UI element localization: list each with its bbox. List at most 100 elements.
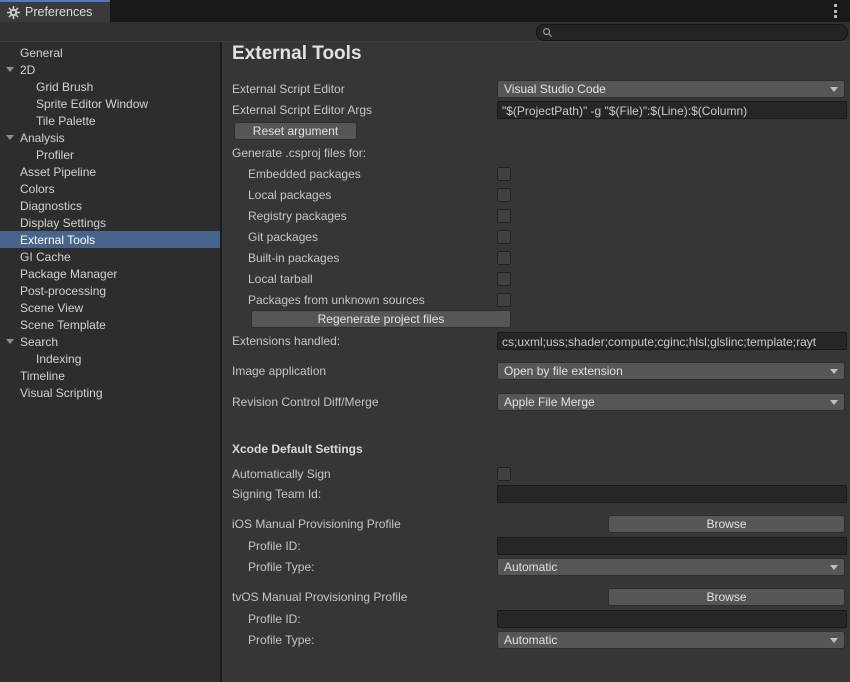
- extensions-handled-label: Extensions handled:: [232, 334, 340, 348]
- automatically-sign-checkbox[interactable]: [497, 467, 511, 481]
- sidebar-item-label: Profiler: [36, 147, 74, 164]
- csproj-option-checkbox[interactable]: [497, 209, 511, 223]
- sidebar-item-package-manager[interactable]: Package Manager: [0, 265, 220, 282]
- sidebar-item-sprite-editor-window[interactable]: Sprite Editor Window: [0, 95, 220, 112]
- ios-profile-type-dropdown[interactable]: Automatic: [497, 558, 845, 576]
- sidebar-item-analysis[interactable]: Analysis: [0, 129, 220, 146]
- csproj-option-label: Local tarball: [248, 272, 313, 286]
- csproj-option-row: Local tarball: [232, 270, 845, 288]
- kebab-menu-icon[interactable]: [830, 4, 840, 18]
- csproj-option-checkbox[interactable]: [497, 188, 511, 202]
- sidebar-item-colors[interactable]: Colors: [0, 180, 220, 197]
- script-editor-args-field[interactable]: "$(ProjectPath)" -g "$(File)":$(Line):$(…: [497, 101, 847, 119]
- sidebar-item-timeline[interactable]: Timeline: [0, 367, 220, 384]
- chevron-down-icon: [830, 87, 838, 92]
- script-editor-args-row: External Script Editor Args "$(ProjectPa…: [232, 101, 845, 119]
- tvos-profile-type-dropdown[interactable]: Automatic: [497, 631, 845, 649]
- csproj-option-checkbox[interactable]: [497, 230, 511, 244]
- revision-control-label: Revision Control Diff/Merge: [232, 395, 379, 409]
- foldout-triangle-icon[interactable]: [6, 67, 14, 72]
- csproj-option-checkbox[interactable]: [497, 272, 511, 286]
- sidebar-item-visual-scripting[interactable]: Visual Scripting: [0, 384, 220, 401]
- sidebar-item-profiler[interactable]: Profiler: [0, 146, 220, 163]
- sidebar-item-scene-template[interactable]: Scene Template: [0, 316, 220, 333]
- chevron-down-icon: [830, 369, 838, 374]
- csproj-option-row: Registry packages: [232, 207, 845, 225]
- sidebar-item-indexing[interactable]: Indexing: [0, 350, 220, 367]
- sidebar-item-tile-palette[interactable]: Tile Palette: [0, 112, 220, 129]
- regenerate-project-files-button[interactable]: Regenerate project files: [251, 310, 511, 328]
- sidebar-item-label: Search: [20, 334, 58, 351]
- ios-profile-type-value: Automatic: [504, 560, 557, 574]
- sidebar-item-label: 2D: [20, 62, 35, 79]
- reset-argument-button[interactable]: Reset argument: [234, 122, 357, 140]
- sidebar-item-external-tools[interactable]: External Tools: [0, 231, 220, 248]
- sidebar-item-gi-cache[interactable]: GI Cache: [0, 248, 220, 265]
- external-script-editor-dropdown[interactable]: Visual Studio Code: [497, 80, 845, 98]
- sidebar-item-diagnostics[interactable]: Diagnostics: [0, 197, 220, 214]
- image-application-row: Image application Open by file extension: [232, 362, 845, 380]
- ios-profile-type-label: Profile Type:: [248, 560, 314, 574]
- extensions-handled-field[interactable]: cs;uxml;uss;shader;compute;cginc;hlsl;gl…: [497, 332, 847, 350]
- csproj-option-row: Git packages: [232, 228, 845, 246]
- csproj-option-checkbox[interactable]: [497, 251, 511, 265]
- sidebar-item-label: Post-processing: [20, 283, 106, 300]
- content-area: General2DGrid BrushSprite Editor WindowT…: [0, 42, 850, 682]
- chevron-down-icon: [830, 565, 838, 570]
- csproj-option-label: Git packages: [248, 230, 318, 244]
- sidebar-item-general[interactable]: General: [0, 44, 220, 61]
- sidebar-item-scene-view[interactable]: Scene View: [0, 299, 220, 316]
- sidebar-item-label: Diagnostics: [20, 198, 82, 215]
- csproj-option-checkbox[interactable]: [497, 167, 511, 181]
- sidebar-item-post-processing[interactable]: Post-processing: [0, 282, 220, 299]
- tvos-browse-button[interactable]: Browse: [608, 588, 845, 606]
- csproj-option-label: Embedded packages: [248, 167, 361, 181]
- csproj-option-checkbox[interactable]: [497, 293, 511, 307]
- tab-preferences[interactable]: Preferences: [0, 0, 110, 22]
- ios-provisioning-label: iOS Manual Provisioning Profile: [232, 517, 401, 531]
- page-title: External Tools: [232, 43, 362, 65]
- preferences-window: Preferences General2DGrid BrushSprite Ed…: [0, 0, 850, 682]
- external-script-editor-label: External Script Editor: [232, 82, 345, 96]
- tvos-profile-id-field[interactable]: [497, 610, 847, 628]
- extensions-handled-value: cs;uxml;uss;shader;compute;cginc;hlsl;gl…: [502, 335, 816, 349]
- csproj-option-label: Registry packages: [248, 209, 347, 223]
- revision-control-dropdown[interactable]: Apple File Merge: [497, 393, 845, 411]
- image-application-dropdown[interactable]: Open by file extension: [497, 362, 845, 380]
- sidebar-item-label: Visual Scripting: [20, 385, 103, 402]
- sidebar-item-label: Colors: [20, 181, 55, 198]
- revision-control-row: Revision Control Diff/Merge Apple File M…: [232, 393, 845, 411]
- sidebar-item-grid-brush[interactable]: Grid Brush: [0, 78, 220, 95]
- csproj-option-row: Embedded packages: [232, 165, 845, 183]
- sidebar-item-label: Package Manager: [20, 266, 117, 283]
- sidebar-item-asset-pipeline[interactable]: Asset Pipeline: [0, 163, 220, 180]
- signing-team-label: Signing Team Id:: [232, 487, 321, 501]
- search-icon: [542, 27, 553, 38]
- sidebar-item-label: Grid Brush: [36, 79, 93, 96]
- foldout-triangle-icon[interactable]: [6, 135, 14, 140]
- search-field[interactable]: [536, 24, 848, 41]
- image-application-value: Open by file extension: [504, 364, 623, 378]
- sidebar-item-label: Display Settings: [20, 215, 106, 232]
- search-input[interactable]: [557, 26, 841, 40]
- sidebar-item-label: Sprite Editor Window: [36, 96, 148, 113]
- tvos-profile-type-label: Profile Type:: [248, 633, 314, 647]
- csproj-option-label: Local packages: [248, 188, 331, 202]
- extensions-handled-row: Extensions handled: cs;uxml;uss;shader;c…: [232, 332, 845, 350]
- tvos-profile-type-value: Automatic: [504, 633, 557, 647]
- ios-profile-id-field[interactable]: [497, 537, 847, 555]
- sidebar-item-2d[interactable]: 2D: [0, 61, 220, 78]
- reset-argument-row: Reset argument: [232, 122, 845, 140]
- sidebar-item-display-settings[interactable]: Display Settings: [0, 214, 220, 231]
- ios-browse-button[interactable]: Browse: [608, 515, 845, 533]
- sidebar-item-search[interactable]: Search: [0, 333, 220, 350]
- script-editor-args-value: "$(ProjectPath)" -g "$(File)":$(Line):$(…: [502, 104, 747, 118]
- generate-csproj-label: Generate .csproj files for:: [232, 146, 366, 160]
- regenerate-row: Regenerate project files: [232, 310, 845, 328]
- ios-provisioning-row: iOS Manual Provisioning Profile Browse: [232, 515, 845, 533]
- sidebar-item-label: Tile Palette: [36, 113, 96, 130]
- automatically-sign-row: Automatically Sign: [232, 465, 845, 483]
- sidebar: General2DGrid BrushSprite Editor WindowT…: [0, 42, 220, 682]
- foldout-triangle-icon[interactable]: [6, 339, 14, 344]
- signing-team-field[interactable]: [497, 485, 847, 503]
